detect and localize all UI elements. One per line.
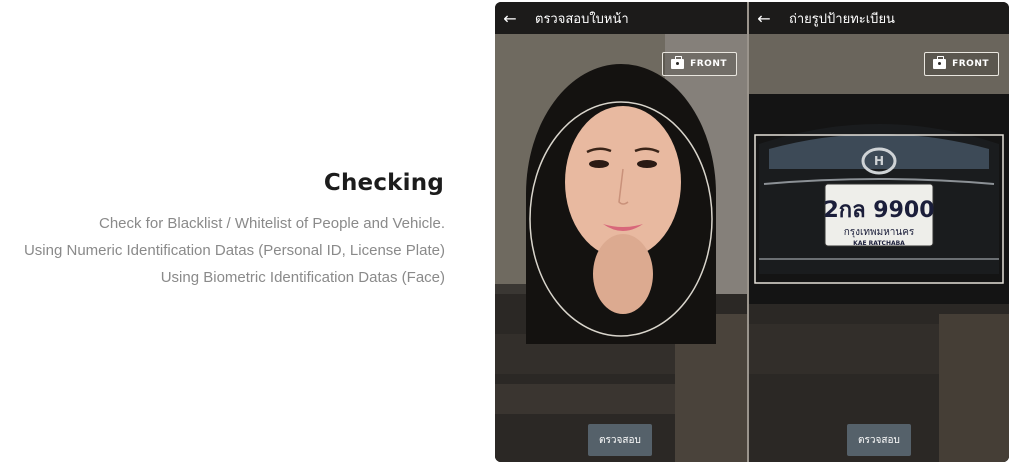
plate-province: กรุงเทพมหานคร xyxy=(844,227,915,238)
camera-switch-button[interactable]: FRONT xyxy=(662,52,737,76)
camera-switch-label: FRONT xyxy=(690,59,727,69)
screen-title: ตรวจสอบใบหน้า xyxy=(535,11,629,27)
arrow-left-icon[interactable]: ← xyxy=(749,9,779,28)
description-line-1: Check for Blacklist / Whitelist of Peopl… xyxy=(99,215,445,232)
description-line-3: Using Biometric Identification Datas (Fa… xyxy=(160,269,445,286)
camera-icon xyxy=(671,56,685,69)
face-check-screen: ← ตรวจสอบใบหน้า FRONT ตรวจสอบ xyxy=(495,2,747,462)
svg-text:H: H xyxy=(874,154,884,168)
camera-switch-label: FRONT xyxy=(952,59,989,69)
plate-capture-screen: ← ถ่ายรูปป้ายทะเบียน H 2กล 9900 กรุงเทพม… xyxy=(749,2,1009,462)
camera-preview xyxy=(495,34,747,462)
screen-title: ถ่ายรูปป้ายทะเบียน xyxy=(789,11,895,27)
description-line-2: Using Numeric Identification Datas (Pers… xyxy=(23,242,445,259)
verify-button[interactable]: ตรวจสอบ xyxy=(588,424,652,456)
section-heading: Checking xyxy=(323,170,444,196)
camera-switch-button[interactable]: FRONT xyxy=(924,52,999,76)
verify-button[interactable]: ตรวจสอบ xyxy=(847,424,911,456)
camera-icon xyxy=(933,56,947,69)
arrow-left-icon[interactable]: ← xyxy=(495,9,525,28)
camera-preview: H 2กล 9900 กรุงเทพมหานคร KAE RATCHABA xyxy=(749,34,1009,462)
plate-number: 2กล 9900 xyxy=(824,198,935,223)
app-bar: ← ตรวจสอบใบหน้า xyxy=(495,2,747,34)
plate-dealer: KAE RATCHABA xyxy=(853,240,905,247)
feature-description: Checking Check for Blacklist / Whitelist… xyxy=(0,170,446,291)
app-bar: ← ถ่ายรูปป้ายทะเบียน xyxy=(749,2,1009,34)
